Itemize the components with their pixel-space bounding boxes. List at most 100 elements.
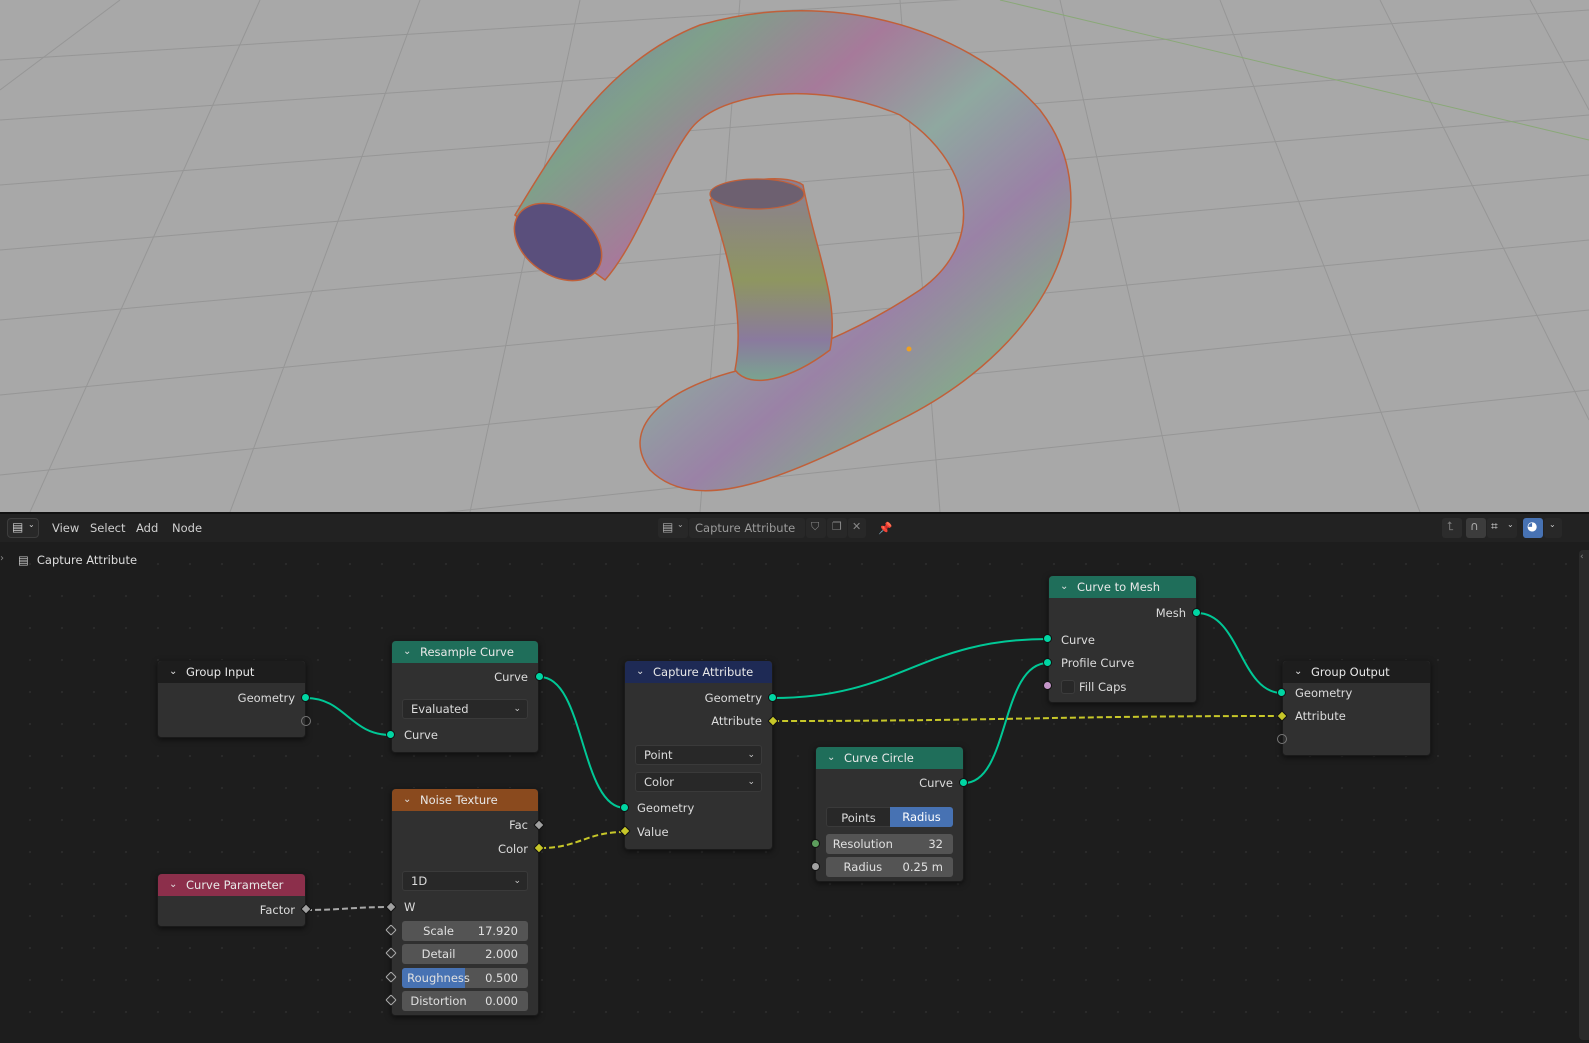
chevron-down-icon: ⌄ — [677, 520, 684, 529]
field-value: 17.920 — [477, 924, 518, 938]
node-header[interactable]: ⌄ Group Output — [1283, 661, 1430, 683]
node-canvas[interactable]: › ▤ Capture Attribute ‹ — [0, 542, 1589, 1043]
dropdown-value: 1D — [411, 874, 428, 888]
node-tree-name-field[interactable]: Capture Attribute — [689, 518, 805, 538]
roughness-slider[interactable]: Roughness 0.500 — [402, 968, 528, 988]
collapse-icon[interactable]: ⌄ — [169, 874, 177, 896]
node-noise-texture[interactable]: ⌄ Noise Texture Fac Color 1D ⌄ W Scale 17.9… — [391, 788, 539, 1016]
snap-toggle[interactable]: ∩ — [1466, 518, 1486, 538]
chevron-down-icon: ⌄ — [1507, 520, 1514, 529]
node-header[interactable]: ⌄ Curve Parameter — [158, 874, 305, 896]
resolution-field[interactable]: Resolution 32 — [826, 834, 953, 854]
node-header[interactable]: ⌄ Noise Texture — [392, 789, 538, 811]
socket-ctm-in-profile[interactable] — [1043, 658, 1052, 667]
node-group-output[interactable]: ⌄ Group Output Geometry Attribute — [1282, 660, 1431, 756]
socket-out-in-geometry[interactable] — [1277, 688, 1286, 697]
overlay-toggle[interactable]: ◕ — [1523, 518, 1543, 538]
menu-view[interactable]: View — [46, 518, 85, 538]
field-label: Scale — [423, 924, 455, 938]
socket-group-input-geometry[interactable] — [301, 693, 310, 702]
collapse-icon[interactable]: ⌄ — [403, 641, 411, 663]
socket-resample-in-curve[interactable] — [386, 730, 395, 739]
socket-resample-out-curve[interactable] — [535, 672, 544, 681]
output-color: Color — [497, 842, 528, 856]
area-divider[interactable] — [0, 512, 1589, 514]
output-mesh: Mesh — [1155, 606, 1186, 620]
node-editor-header: ▤ ⌄ View Select Add Node ▤ ⌄ Capture Att… — [0, 512, 1589, 542]
input-curve: Curve — [1061, 633, 1095, 647]
node-tree-icon: ▤ — [662, 520, 674, 534]
input-w: W — [404, 900, 416, 914]
node-group-input[interactable]: ⌄ Group Input Geometry — [157, 660, 306, 738]
collapse-icon[interactable]: ⌄ — [827, 747, 835, 769]
duplicate-icon: ❐ — [832, 520, 842, 533]
mode-dropdown[interactable]: Evaluated ⌄ — [402, 699, 528, 719]
node-resample-curve[interactable]: ⌄ Resample Curve Curve Evaluated ⌄ Curve — [391, 640, 539, 753]
node-tree-icon: ▤ — [18, 553, 29, 567]
socket-ctm-in-fill-caps[interactable] — [1043, 681, 1052, 690]
detail-field[interactable]: Detail 2.000 — [402, 944, 528, 964]
node-curve-circle[interactable]: ⌄ Curve Circle Curve Points Radius Resolu… — [815, 746, 964, 882]
node-header[interactable]: ⌄ Resample Curve — [392, 641, 538, 663]
fake-user-button[interactable]: ⛉ — [806, 518, 826, 538]
3d-viewport[interactable] — [0, 0, 1589, 512]
input-profile-curve: Profile Curve — [1061, 656, 1135, 670]
node-header[interactable]: ⌄ Group Input — [158, 661, 305, 683]
parent-node-tree-button[interactable]: ⮤ — [1442, 518, 1462, 538]
breadcrumb-label: Capture Attribute — [36, 553, 138, 567]
overlay-icon: ◕ — [1527, 519, 1538, 533]
socket-group-input-empty[interactable] — [301, 716, 311, 726]
radius-field[interactable]: Radius 0.25 m — [826, 857, 953, 877]
collapse-icon[interactable]: ⌄ — [1060, 576, 1068, 598]
socket-ctm-out-mesh[interactable] — [1192, 608, 1201, 617]
overlay-dropdown[interactable]: ⌄ — [1544, 518, 1562, 538]
node-header[interactable]: ⌄ Capture Attribute — [625, 661, 772, 683]
socket-circle-out-curve[interactable] — [959, 778, 968, 787]
chevron-down-icon: ⌄ — [28, 520, 35, 529]
editor-type-selector[interactable]: ▤ ⌄ — [7, 518, 39, 538]
node-curve-to-mesh[interactable]: ⌄ Curve to Mesh Mesh Curve Profile Curve … — [1048, 575, 1197, 703]
duplicate-button[interactable]: ❐ — [827, 518, 847, 538]
mode-toggle[interactable]: Points Radius — [826, 807, 953, 827]
chevron-down-icon: ⌄ — [513, 704, 521, 714]
node-tree-browse[interactable]: ▤ ⌄ — [658, 518, 688, 538]
input-curve: Curve — [404, 728, 438, 742]
socket-capture-out-geometry[interactable] — [768, 693, 777, 702]
dimensions-dropdown[interactable]: 1D ⌄ — [402, 871, 528, 891]
collapse-icon[interactable]: ⌄ — [169, 661, 177, 683]
socket-circle-in-radius[interactable] — [811, 862, 820, 871]
output-fac: Fac — [509, 818, 528, 832]
menu-select[interactable]: Select — [84, 518, 131, 538]
socket-capture-in-geometry[interactable] — [620, 803, 629, 812]
field-label: Resolution — [832, 837, 893, 851]
sidebar-expand-arrow[interactable]: › — [0, 553, 4, 564]
collapse-icon[interactable]: ⌄ — [1294, 661, 1302, 683]
fill-caps-checkbox[interactable] — [1061, 680, 1075, 694]
node-header[interactable]: ⌄ Curve Circle — [816, 747, 963, 769]
pin-button[interactable]: 📌 — [872, 518, 898, 538]
field-label: Distortion — [410, 994, 467, 1008]
mode-points-button[interactable]: Points — [826, 807, 890, 827]
collapse-icon[interactable]: ⌄ — [403, 789, 411, 811]
distortion-field[interactable]: Distortion 0.000 — [402, 991, 528, 1011]
unlink-button[interactable]: ✕ — [848, 518, 866, 538]
mode-radius-button[interactable]: Radius — [890, 807, 953, 827]
tube-mesh[interactable] — [500, 10, 1072, 492]
chevron-down-icon: ⌄ — [513, 876, 521, 886]
menu-node[interactable]: Node — [166, 518, 208, 538]
domain-dropdown[interactable]: Point ⌄ — [635, 745, 762, 765]
node-header[interactable]: ⌄ Curve to Mesh — [1049, 576, 1196, 598]
collapse-icon[interactable]: ⌄ — [636, 661, 644, 683]
data-type-dropdown[interactable]: Color ⌄ — [635, 772, 762, 792]
fill-caps-label: Fill Caps — [1079, 680, 1127, 694]
field-value: 0.25 m — [902, 860, 943, 874]
socket-circle-in-resolution[interactable] — [811, 839, 820, 848]
node-capture-attribute[interactable]: ⌄ Capture Attribute Geometry Attribute Po… — [624, 660, 773, 850]
node-curve-parameter[interactable]: ⌄ Curve Parameter Factor — [157, 873, 306, 927]
snap-element-selector[interactable]: ⌗ ⌄ — [1487, 518, 1517, 538]
scale-field[interactable]: Scale 17.920 — [402, 921, 528, 941]
sidebar-toggle[interactable]: ‹ — [1579, 550, 1589, 1040]
socket-out-in-empty[interactable] — [1277, 734, 1287, 744]
socket-ctm-in-curve[interactable] — [1043, 634, 1052, 643]
menu-add[interactable]: Add — [130, 518, 164, 538]
